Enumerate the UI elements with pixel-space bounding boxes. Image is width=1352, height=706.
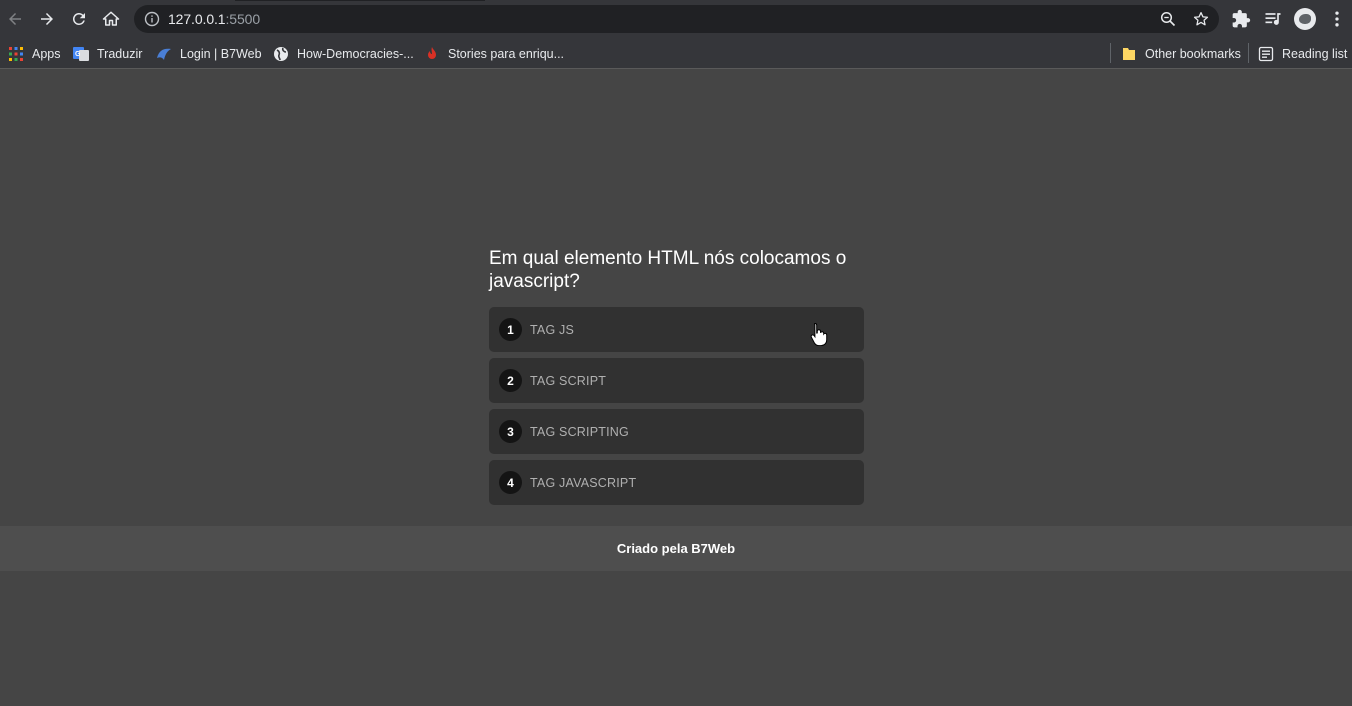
bookmark-stories[interactable]: Stories para enriqu... (424, 38, 564, 69)
home-button[interactable] (99, 7, 123, 31)
option-2[interactable]: 2 TAG SCRIPT (489, 358, 864, 403)
back-button[interactable] (3, 7, 27, 31)
url-text[interactable]: 127.0.0.1:5500 (168, 11, 260, 27)
arrow-left-icon (9, 13, 21, 25)
bird-icon (1299, 14, 1311, 24)
option-label: TAG SCRIPT (530, 373, 607, 388)
more-menu-icon[interactable] (1327, 9, 1347, 29)
other-bookmarks[interactable]: Other bookmarks (1121, 38, 1241, 69)
bookmarks-divider (1110, 43, 1111, 63)
arrow-right-icon (41, 13, 53, 25)
svg-text:G: G (75, 51, 81, 58)
option-label: TAG JAVASCRIPT (530, 475, 637, 490)
option-label: TAG JS (530, 322, 575, 337)
zoom-icon[interactable] (1160, 11, 1176, 27)
hand-cursor-icon (810, 322, 828, 346)
bookmark-label: How-Democracies-... (297, 46, 414, 61)
bookmarks-bar: Apps G Traduzir Login | B7Web How-Democr… (0, 38, 1352, 69)
forward-button[interactable] (35, 7, 59, 31)
bookmark-apps[interactable]: Apps (8, 38, 61, 69)
other-bookmarks-label: Other bookmarks (1145, 46, 1241, 61)
reload-button[interactable] (67, 7, 91, 31)
bookmark-label: Traduzir (97, 46, 143, 61)
profile-avatar[interactable] (1294, 8, 1316, 30)
option-1[interactable]: 1 TAG JS (489, 307, 864, 352)
question-text: Em qual elemento HTML nós colocamos o ja… (489, 248, 847, 292)
folder-icon (1123, 47, 1135, 60)
reading-list[interactable]: Reading list (1258, 38, 1347, 69)
globe-icon (274, 46, 288, 61)
reading-list-label: Reading list (1282, 46, 1348, 61)
option-label: TAG SCRIPTING (530, 424, 629, 439)
info-icon[interactable] (144, 11, 160, 27)
flame-icon (428, 46, 436, 59)
option-3[interactable]: 3 TAG SCRIPTING (489, 409, 864, 454)
home-icon (102, 11, 120, 26)
address-bar[interactable]: 127.0.0.1:5500 (134, 5, 1219, 33)
reading-list-icon (1258, 46, 1274, 61)
bookmark-traduzir[interactable]: G Traduzir (73, 38, 142, 69)
footer-text: Criado pela B7Web (616, 541, 736, 556)
reload-icon (72, 12, 85, 25)
option-number: 3 (499, 420, 522, 443)
option-number: 1 (499, 318, 522, 341)
media-control-icon[interactable] (1263, 9, 1283, 29)
bookmark-login-b7web[interactable]: Login | B7Web (156, 38, 262, 69)
bookmark-label: Apps (32, 46, 61, 61)
browser-toolbar: 127.0.0.1:5500 (0, 0, 1352, 38)
bookmark-label: Login | B7Web (180, 46, 262, 61)
extensions-icon[interactable] (1231, 9, 1251, 29)
active-tab-edge (235, 0, 485, 1)
footer: Criado pela B7Web (0, 526, 1352, 571)
option-number: 4 (499, 471, 522, 494)
star-icon[interactable] (1192, 10, 1210, 28)
google-translate-icon: G (73, 46, 89, 61)
apps-grid-icon (9, 46, 23, 61)
url-host: 127.0.0.1 (168, 11, 226, 27)
option-4[interactable]: 4 TAG JAVASCRIPT (489, 460, 864, 505)
option-number: 2 (499, 369, 522, 392)
bookmarks-divider (1248, 43, 1249, 63)
options-list: 1 TAG JS 2 TAG SCRIPT 3 TAG SCRIPTING 4 … (489, 307, 864, 511)
url-port: :5500 (225, 11, 261, 27)
quiz-page: Em qual elemento HTML nós colocamos o ja… (0, 70, 1352, 706)
b7web-icon (157, 48, 171, 60)
bookmark-how-democracies[interactable]: How-Democracies-... (273, 38, 414, 69)
bookmark-label: Stories para enriqu... (448, 46, 565, 61)
